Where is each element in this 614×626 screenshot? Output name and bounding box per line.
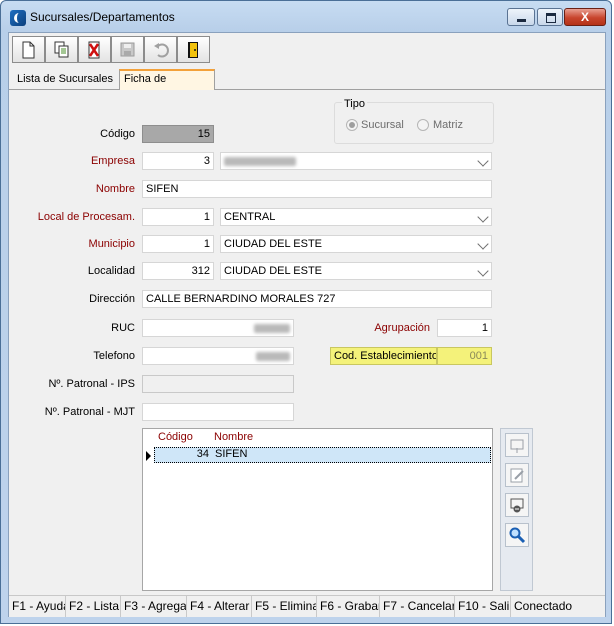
tab-lista-sucursales[interactable]: Lista de Sucursales (13, 71, 119, 89)
undo-icon (154, 43, 169, 58)
localidad-label: Localidad (87, 265, 135, 277)
municipio-code-field[interactable]: 1 (142, 235, 214, 253)
exit-icon (188, 42, 198, 58)
localidad-code-field[interactable]: 312 (142, 262, 214, 280)
client-area: Lista de Sucursales Ficha de Sucursal Ti… (8, 32, 606, 617)
local-select[interactable]: CENTRAL (220, 208, 492, 226)
status-connection: Conectado (514, 599, 573, 613)
direccion-label: Dirección (89, 293, 135, 305)
search-icon (509, 527, 526, 544)
status-f10[interactable]: F10 - Salir (455, 596, 511, 617)
grid-cell-codigo: 34 (196, 448, 209, 460)
telefono-label: Telefono (93, 350, 135, 362)
nombre-label: Nombre (95, 183, 135, 195)
local-select-value: CENTRAL (224, 211, 276, 223)
remove-row-button[interactable] (505, 493, 529, 517)
chevron-down-icon (477, 238, 489, 250)
status-f7[interactable]: F7 - Cancelar (380, 596, 455, 617)
status-bar: F1 - Ayuda F2 - Lista F3 - Agregar F4 - … (9, 595, 605, 617)
close-icon: X (580, 10, 589, 24)
new-doc-icon (22, 41, 35, 59)
empresa-select[interactable] (220, 152, 492, 170)
delete-button[interactable] (78, 36, 111, 63)
nombre-field[interactable]: SIFEN (142, 180, 492, 198)
app-icon (10, 10, 26, 26)
radio-sucursal-label: Sucursal (361, 119, 404, 131)
edit-icon (510, 468, 524, 483)
undo-button[interactable] (144, 36, 177, 63)
patronal-ips-field[interactable] (142, 375, 294, 393)
window-title: Sucursales/Departamentos (30, 10, 175, 24)
municipio-select-value: CIUDAD DEL ESTE (224, 238, 323, 250)
remove-row-icon (510, 498, 524, 513)
patronal-mjt-label: Nº. Patronal - MJT (44, 406, 135, 418)
status-f5[interactable]: F5 - Eliminar (252, 596, 317, 617)
chevron-down-icon (477, 211, 489, 223)
minimize-button[interactable] (507, 8, 535, 26)
add-row-icon (510, 439, 524, 453)
app-window: Sucursales/Departamentos X Lista de Sucu… (0, 0, 612, 624)
ruc-label: RUC (111, 322, 135, 334)
row-pointer-icon (146, 451, 151, 461)
empresa-name-redacted (224, 156, 296, 166)
new-button[interactable] (12, 36, 45, 63)
copy-button[interactable] (45, 36, 78, 63)
local-label: Local de Procesam. (37, 211, 135, 223)
ficha-panel: Tipo Sucursal Matriz Código 15 Empresa 3… (9, 90, 605, 595)
codigo-label: Código (100, 128, 135, 140)
status-f2[interactable]: F2 - Lista (66, 596, 121, 617)
copy-doc-icon (54, 41, 69, 58)
cod-establecimiento-field[interactable]: 001 (437, 347, 492, 365)
status-f3[interactable]: F3 - Agregar (121, 596, 187, 617)
tipo-title: Tipo (342, 98, 367, 110)
grid-actions (500, 428, 533, 591)
maximize-button[interactable] (537, 8, 563, 26)
localidad-select-value: CIUDAD DEL ESTE (224, 265, 323, 277)
agrupacion-label: Agrupación (374, 322, 430, 334)
ruc-field[interactable] (142, 319, 294, 337)
status-f4[interactable]: F4 - Alterar (187, 596, 252, 617)
delete-icon (88, 41, 100, 59)
tab-strip: Lista de Sucursales Ficha de Sucursal (9, 69, 605, 102)
status-f6[interactable]: F6 - Grabar (317, 596, 380, 617)
toolbar (12, 36, 210, 64)
tab-ficha-sucursal[interactable]: Ficha de Sucursal (119, 69, 215, 102)
chevron-down-icon (477, 155, 489, 167)
municipio-label: Municipio (88, 238, 135, 250)
direccion-field[interactable]: CALLE BERNARDINO MORALES 727 (142, 290, 492, 308)
chevron-down-icon (477, 265, 489, 277)
radio-matriz-label: Matriz (433, 119, 463, 131)
status-f1[interactable]: F1 - Ayuda (9, 596, 66, 617)
patronal-mjt-field[interactable] (142, 403, 294, 421)
grid-cell-nombre: SIFEN (215, 448, 248, 460)
telefono-field[interactable] (142, 347, 294, 365)
exit-button[interactable] (177, 36, 210, 63)
empresa-code-field[interactable]: 3 (142, 152, 214, 170)
grid-header-nombre[interactable]: Nombre (214, 431, 253, 443)
grid-header-codigo[interactable]: Código (158, 431, 193, 443)
search-button[interactable] (505, 523, 529, 547)
local-code-field[interactable]: 1 (142, 208, 214, 226)
municipio-select[interactable]: CIUDAD DEL ESTE (220, 235, 492, 253)
empresa-label: Empresa (90, 155, 135, 167)
localidad-select[interactable]: CIUDAD DEL ESTE (220, 262, 492, 280)
add-row-button[interactable] (505, 433, 529, 457)
save-button[interactable] (111, 36, 144, 63)
codigo-field[interactable]: 15 (142, 125, 214, 143)
save-icon (120, 42, 135, 57)
radio-matriz[interactable] (417, 119, 429, 131)
telefono-redacted (256, 351, 290, 361)
agrupacion-field[interactable]: 1 (437, 319, 492, 337)
cod-establecimiento-label: Cod. Establecimiento (330, 347, 437, 365)
radio-sucursal[interactable] (346, 119, 358, 131)
close-button[interactable]: X (564, 8, 606, 26)
patronal-ips-label: Nº. Patronal - IPS (48, 378, 135, 390)
title-bar[interactable]: Sucursales/Departamentos X (1, 1, 613, 31)
ruc-redacted (254, 323, 290, 333)
sucursales-grid[interactable]: Código Nombre 34 SIFEN (142, 428, 493, 591)
edit-row-button[interactable] (505, 463, 529, 487)
